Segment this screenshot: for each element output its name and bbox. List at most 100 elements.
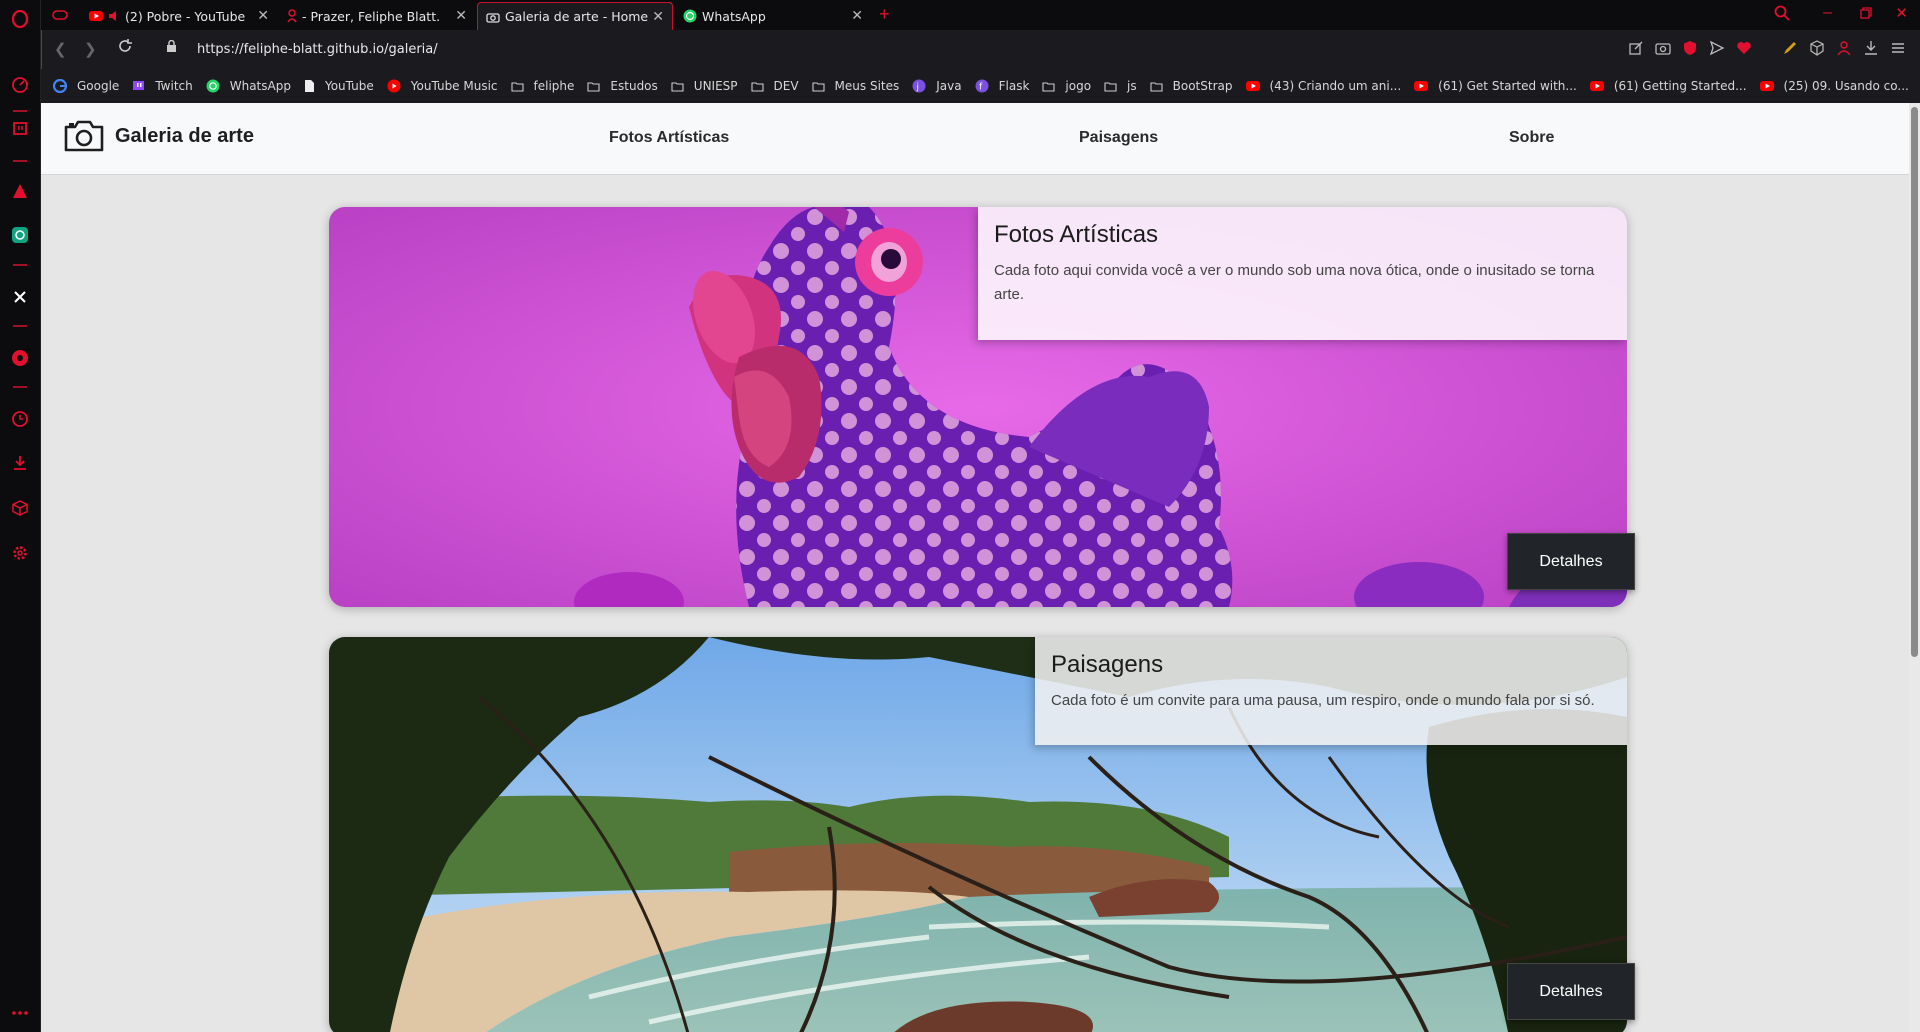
speaker-icon[interactable] bbox=[108, 10, 120, 22]
bookmark-label: (43) Criando um ani... bbox=[1269, 79, 1402, 93]
search-tabs-icon[interactable] bbox=[1774, 5, 1790, 26]
tab-galeria-active[interactable]: Galeria de arte - Home ✕ bbox=[477, 2, 673, 30]
speed-dial-icon[interactable] bbox=[7, 72, 33, 98]
bookmark-item[interactable]: f Flask bbox=[975, 79, 1029, 93]
bookmark-label: YouTube Music bbox=[410, 79, 498, 93]
aria-icon[interactable] bbox=[7, 178, 33, 204]
youtube-icon bbox=[1414, 81, 1433, 91]
tab-strip: (2) Pobre - YouTube ✕ - Prazer, Feliphe … bbox=[41, 0, 1920, 30]
bookmark-item[interactable]: DEV bbox=[750, 79, 799, 93]
gx-control-icon[interactable] bbox=[47, 2, 73, 28]
tab-youtube[interactable]: (2) Pobre - YouTube ✕ bbox=[81, 2, 277, 30]
close-tab-icon[interactable]: ✕ bbox=[851, 8, 863, 24]
nav-link-fotos-artisticas[interactable]: Fotos Artísticas bbox=[609, 129, 729, 147]
new-tab-plus-icon[interactable]: + bbox=[879, 4, 890, 25]
twitch-icon bbox=[132, 80, 150, 93]
twitch-icon[interactable] bbox=[7, 117, 33, 143]
bookmark-item[interactable]: Meus Sites bbox=[811, 79, 899, 93]
details-button[interactable]: Detalhes bbox=[1507, 963, 1635, 1020]
url-field[interactable]: https://feliphe-blatt.github.io/galeria/ bbox=[197, 42, 438, 57]
heart-icon[interactable] bbox=[1736, 40, 1752, 56]
sidebar-separator bbox=[13, 264, 27, 266]
close-tab-icon[interactable]: ✕ bbox=[257, 8, 269, 24]
youtube-icon bbox=[89, 11, 103, 21]
bookmark-item[interactable]: Twitch bbox=[132, 79, 193, 93]
bookmark-label: UNIESP bbox=[693, 79, 738, 93]
bookmark-item[interactable]: UNIESP bbox=[671, 79, 738, 93]
more-icon[interactable] bbox=[7, 1000, 33, 1026]
edit-icon[interactable] bbox=[1628, 40, 1644, 56]
opera-logo-icon[interactable] bbox=[7, 6, 33, 32]
bookmark-item[interactable]: (61) Getting Started... bbox=[1589, 79, 1747, 93]
account-icon[interactable] bbox=[1836, 40, 1852, 56]
tab-title: - Prazer, Feliphe Blatt. bbox=[302, 8, 441, 24]
bookmark-item[interactable]: j Java bbox=[912, 79, 962, 93]
camera-icon bbox=[64, 120, 104, 152]
tab-title: WhatsApp bbox=[702, 8, 766, 24]
document-icon bbox=[304, 79, 320, 93]
bookmark-item[interactable]: js bbox=[1104, 79, 1137, 93]
bookmark-item[interactable]: (25) 09. Usando co... bbox=[1759, 79, 1909, 93]
bookmark-item[interactable]: feliphe bbox=[510, 79, 574, 93]
sidebar-separator bbox=[13, 325, 27, 327]
tab-prazer[interactable]: - Prazer, Feliphe Blatt. ✕ bbox=[279, 2, 475, 30]
adblock-shield-icon[interactable] bbox=[1682, 40, 1698, 56]
bookmark-item[interactable]: jogo bbox=[1042, 79, 1091, 93]
menu-icon[interactable] bbox=[1890, 40, 1906, 56]
settings-gear-icon[interactable] bbox=[7, 540, 33, 566]
bookmark-label: WhatsApp bbox=[229, 79, 291, 93]
bookmark-label: (61) Get Started with... bbox=[1438, 79, 1577, 93]
opera-sidebar bbox=[0, 0, 41, 1032]
gallery-card-paisagens: Paisagens Cada foto é um convite para um… bbox=[329, 637, 1627, 1032]
bookmark-label: jogo bbox=[1065, 79, 1092, 93]
bookmark-label: (25) 09. Usando co... bbox=[1783, 79, 1909, 93]
site-navbar: Galeria de arte Fotos Artísticas Paisage… bbox=[41, 103, 1909, 175]
flask-icon: f bbox=[975, 79, 994, 93]
card-description: Cada foto é um convite para uma pausa, u… bbox=[1051, 692, 1595, 709]
tab-title: Galeria de arte - Home bbox=[505, 9, 649, 24]
folder-icon bbox=[510, 81, 529, 92]
bookmark-label: YouTube bbox=[324, 79, 374, 93]
bookmark-item[interactable]: Google bbox=[53, 79, 119, 93]
close-tab-icon[interactable]: ✕ bbox=[652, 9, 664, 25]
extensions-cube-icon[interactable] bbox=[7, 495, 33, 521]
bookmark-item[interactable]: (43) Criando um ani... bbox=[1245, 79, 1402, 93]
reload-icon[interactable] bbox=[117, 38, 133, 59]
snapshot-camera-icon[interactable] bbox=[1655, 40, 1671, 56]
nav-link-paisagens[interactable]: Paisagens bbox=[1079, 129, 1158, 147]
send-icon[interactable] bbox=[1709, 40, 1725, 56]
sidebar-separator bbox=[13, 110, 27, 112]
forward-icon[interactable]: ❯ bbox=[84, 40, 97, 58]
whatsapp-icon bbox=[683, 9, 697, 23]
person-icon bbox=[287, 9, 297, 23]
bookmark-item[interactable]: WhatsApp bbox=[206, 79, 291, 93]
brand[interactable]: Galeria de arte bbox=[63, 119, 254, 153]
tab-whatsapp[interactable]: WhatsApp ✕ bbox=[675, 2, 871, 30]
close-tab-icon[interactable]: ✕ bbox=[455, 8, 467, 24]
bookmark-item[interactable]: Estudos bbox=[587, 79, 658, 93]
cube-icon[interactable] bbox=[1809, 40, 1825, 56]
scrollbar-thumb[interactable] bbox=[1911, 107, 1918, 657]
java-icon: j bbox=[912, 79, 931, 93]
downloads-icon[interactable] bbox=[7, 450, 33, 476]
bookmark-item[interactable]: BootStrap bbox=[1150, 79, 1233, 93]
close-window-icon[interactable]: ✕ bbox=[1895, 4, 1908, 22]
bookmark-item[interactable]: (61) Get Started with... bbox=[1414, 79, 1577, 93]
browser-window: (2) Pobre - YouTube ✕ - Prazer, Feliphe … bbox=[0, 0, 1920, 1032]
bookmark-label: Twitch bbox=[155, 79, 193, 93]
pen-icon[interactable] bbox=[1782, 40, 1798, 56]
history-icon[interactable] bbox=[7, 406, 33, 432]
nav-link-sobre[interactable]: Sobre bbox=[1509, 129, 1554, 147]
back-icon[interactable]: ❮ bbox=[54, 40, 67, 58]
lock-icon[interactable] bbox=[166, 39, 177, 58]
minimize-icon[interactable]: – bbox=[1823, 4, 1832, 22]
restore-icon[interactable] bbox=[1860, 6, 1872, 24]
bookmark-item[interactable]: YouTube Music bbox=[387, 79, 498, 93]
x-twitter-icon[interactable] bbox=[7, 284, 33, 310]
music-player-icon[interactable] bbox=[7, 345, 33, 371]
download-icon[interactable] bbox=[1863, 40, 1879, 56]
bookmark-item[interactable]: YouTube bbox=[304, 79, 374, 93]
details-button[interactable]: Detalhes bbox=[1507, 533, 1635, 590]
chatgpt-icon[interactable] bbox=[7, 222, 33, 248]
card-description: Cada foto aqui convida você a ver o mund… bbox=[994, 262, 1595, 303]
